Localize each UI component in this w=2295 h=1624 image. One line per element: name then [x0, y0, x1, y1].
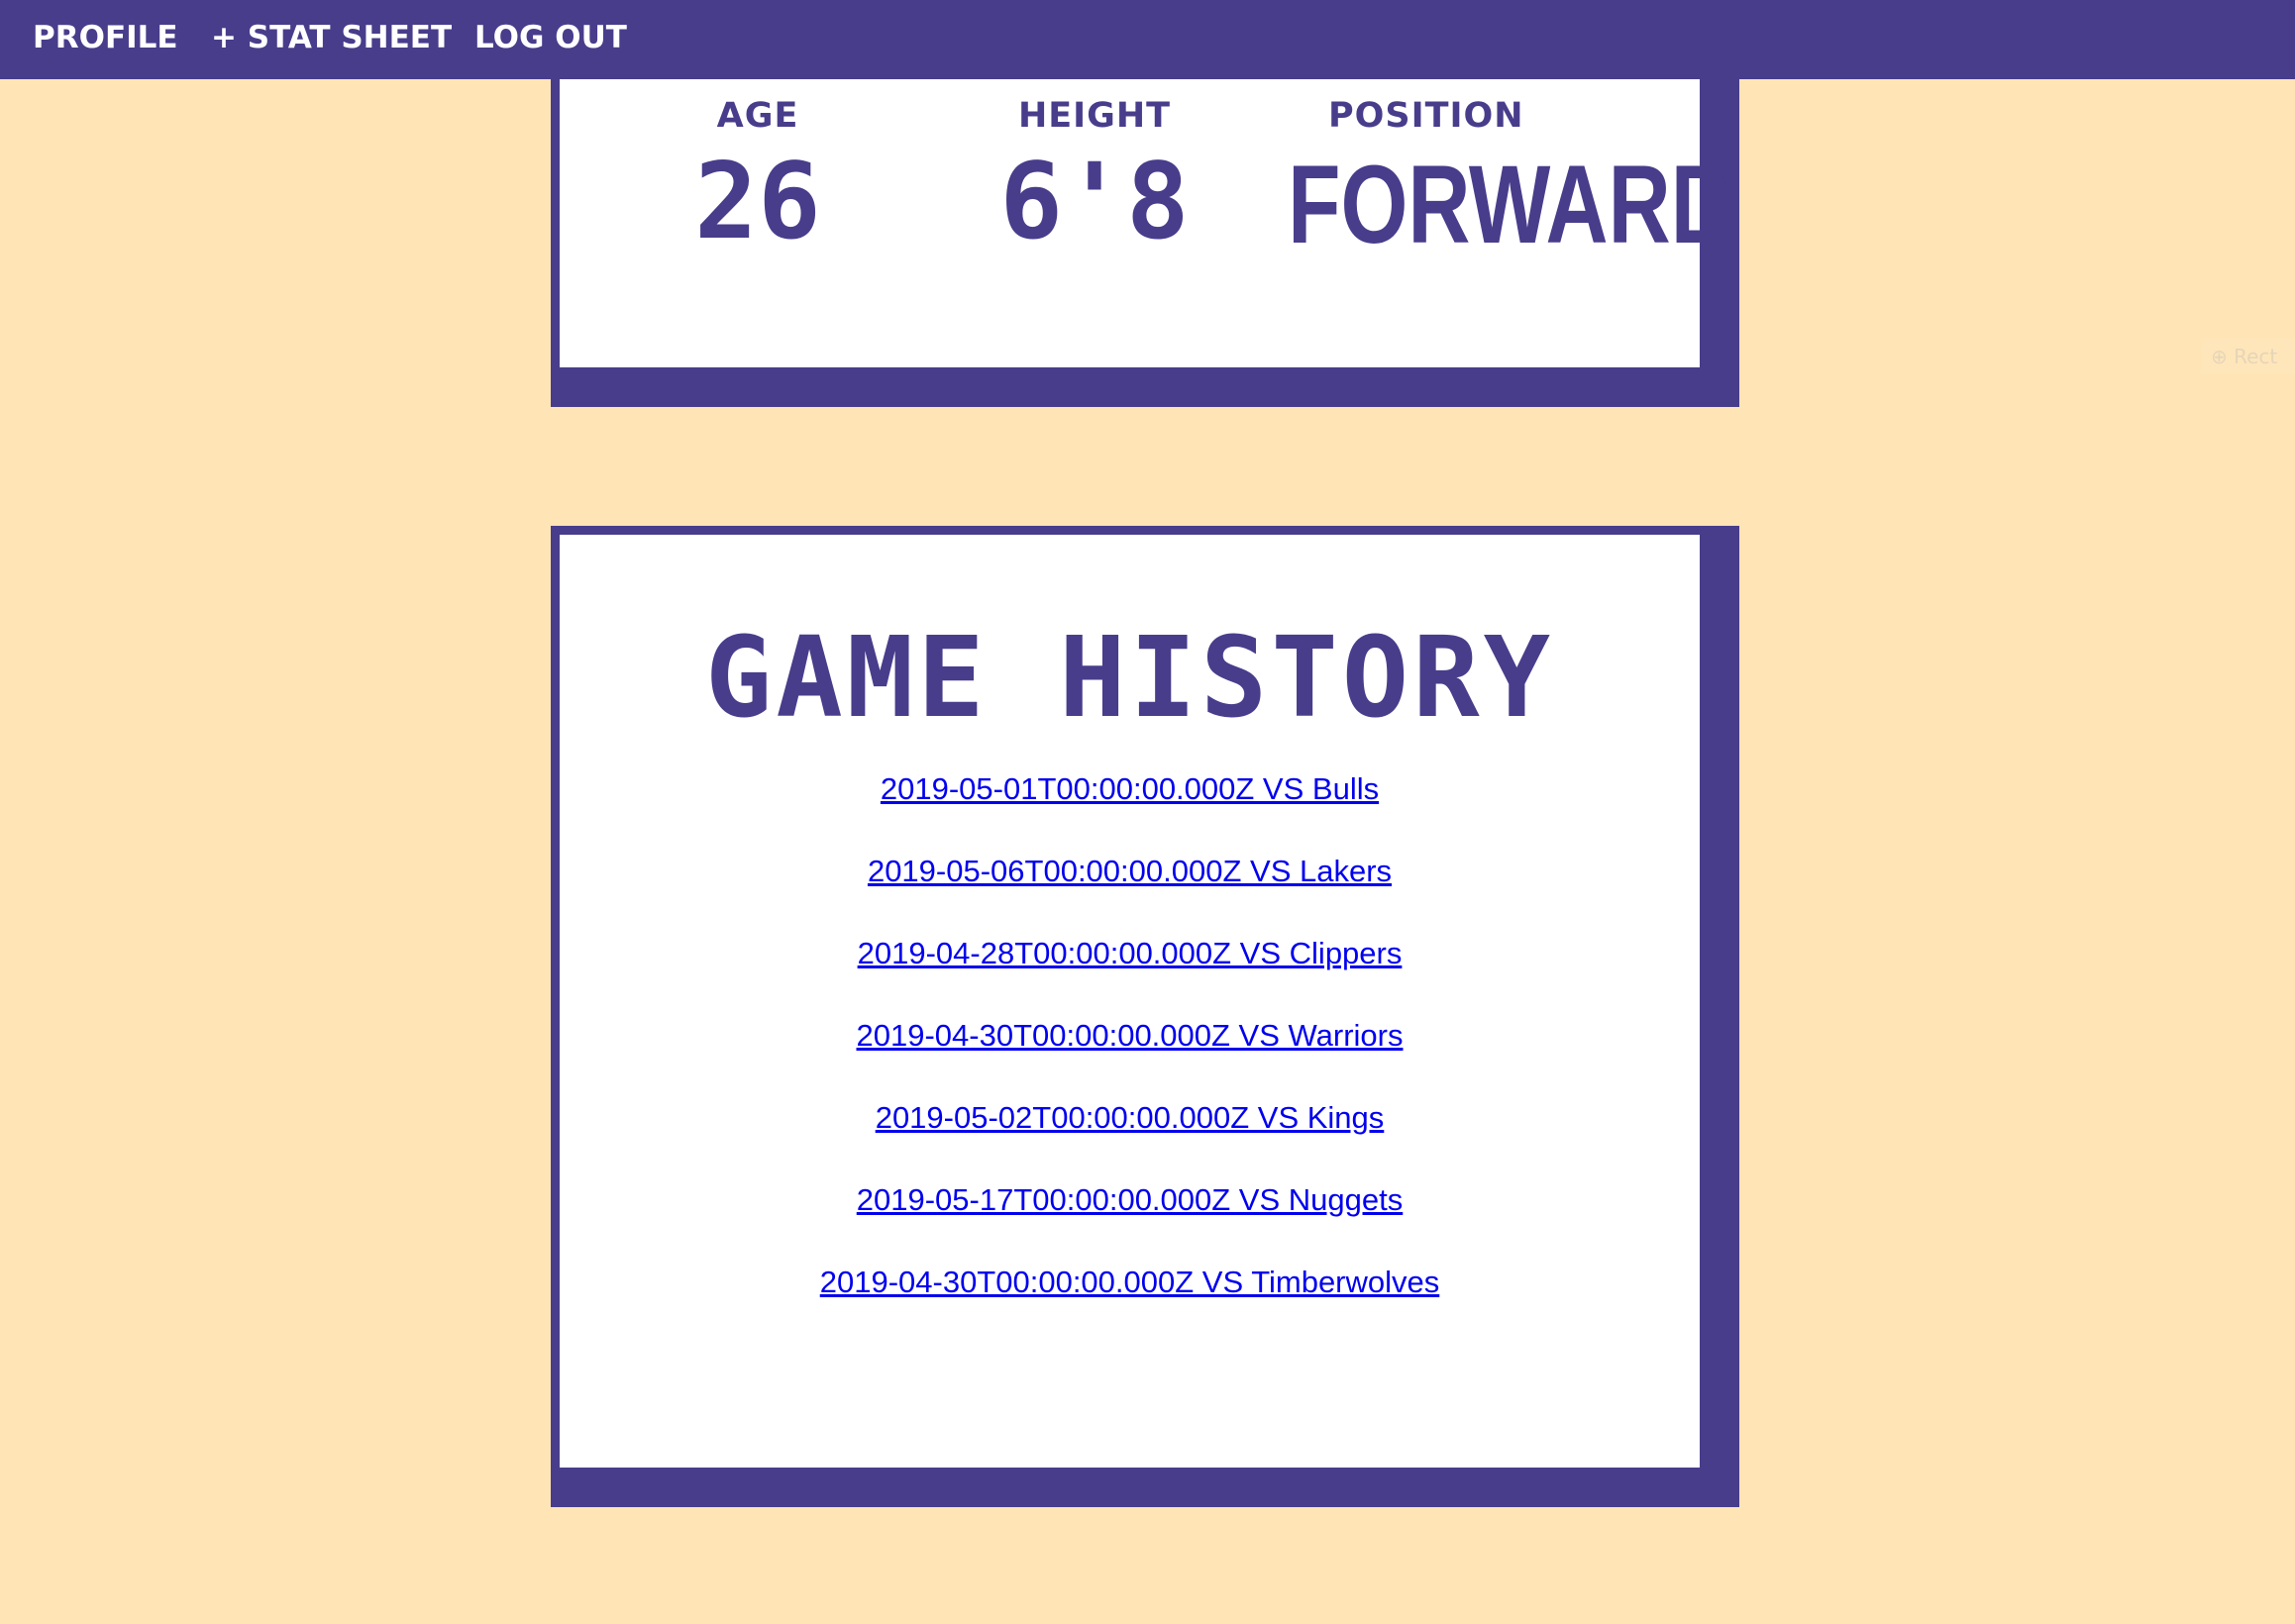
game-history-card-body: GAME HISTORY 2019-05-01T00:00:00.000Z VS… [560, 535, 1700, 1468]
age-value: 26 [694, 141, 821, 262]
list-item: 2019-05-02T00:00:00.000Z VS Kings [560, 1098, 1700, 1180]
game-history-card: GAME HISTORY 2019-05-01T00:00:00.000Z VS… [551, 526, 1739, 1507]
game-link[interactable]: 2019-05-17T00:00:00.000Z VS Nuggets [857, 1182, 1404, 1217]
age-stat: AGE 26 [639, 96, 877, 254]
game-link[interactable]: 2019-05-01T00:00:00.000Z VS Bulls [881, 771, 1379, 806]
game-link[interactable]: 2019-04-30T00:00:00.000Z VS Timberwolves [820, 1265, 1440, 1299]
faded-overlay-tab: ⊕ Rect [2201, 339, 2295, 374]
nav-stat-sheet-link[interactable]: + STAT SHEET [211, 20, 452, 55]
player-stats-card: AGE 26 HEIGHT 6'8 POSITION FORWARD [551, 79, 1739, 407]
position-stat: POSITION FORWARD [1253, 96, 1733, 266]
game-history-list: 2019-05-01T00:00:00.000Z VS Bulls 2019-0… [560, 769, 1700, 1345]
height-value: 6'8 [999, 141, 1190, 262]
game-link[interactable]: 2019-04-30T00:00:00.000Z VS Warriors [857, 1018, 1404, 1053]
height-stat: HEIGHT 6'8 [976, 96, 1213, 254]
list-item: 2019-05-01T00:00:00.000Z VS Bulls [560, 769, 1700, 852]
game-history-title: GAME HISTORY [704, 614, 1555, 743]
list-item: 2019-04-30T00:00:00.000Z VS Timberwolves [560, 1263, 1700, 1345]
player-stats-card-body: AGE 26 HEIGHT 6'8 POSITION FORWARD [560, 79, 1733, 367]
top-navbar: PROFILE + STAT SHEET LOG OUT [0, 0, 2295, 79]
position-value: FORWARD [1288, 143, 1733, 266]
game-link[interactable]: 2019-04-28T00:00:00.000Z VS Clippers [858, 936, 1403, 970]
game-link[interactable]: 2019-05-06T00:00:00.000Z VS Lakers [868, 854, 1392, 888]
age-label: AGE [716, 96, 799, 136]
list-item: 2019-05-06T00:00:00.000Z VS Lakers [560, 852, 1700, 934]
nav-logout-link[interactable]: LOG OUT [474, 20, 627, 55]
game-link[interactable]: 2019-05-02T00:00:00.000Z VS Kings [876, 1100, 1385, 1135]
list-item: 2019-04-28T00:00:00.000Z VS Clippers [560, 934, 1700, 1016]
list-item: 2019-04-30T00:00:00.000Z VS Warriors [560, 1016, 1700, 1098]
list-item: 2019-05-17T00:00:00.000Z VS Nuggets [560, 1180, 1700, 1263]
nav-profile-link[interactable]: PROFILE [33, 20, 178, 55]
height-label: HEIGHT [1017, 96, 1172, 136]
position-label: POSITION [1328, 96, 1524, 136]
